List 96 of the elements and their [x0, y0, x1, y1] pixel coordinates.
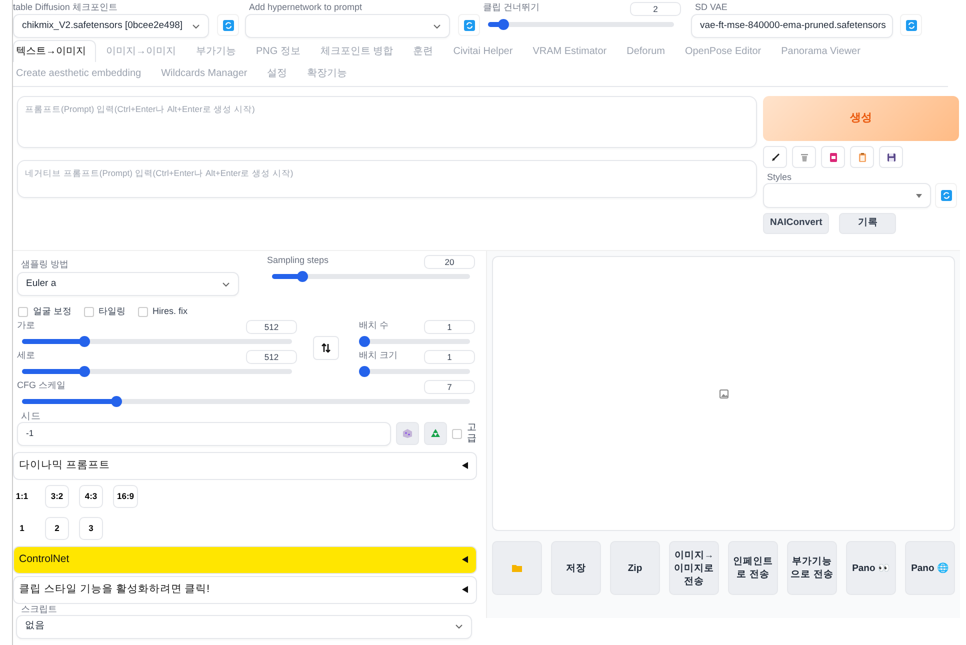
- select-field[interactable]: 없음: [16, 614, 472, 638]
- checkbox-label: 타일링: [98, 305, 126, 318]
- checkbox-label: Hires. fix: [152, 305, 188, 318]
- field-label: SD VAE: [694, 2, 728, 13]
- clipboard-button[interactable]: [850, 146, 874, 168]
- refresh-button[interactable]: [900, 14, 922, 36]
- button[interactable]: NAIConvert: [763, 213, 830, 234]
- clipboard-icon: [856, 152, 868, 162]
- chevron-down-icon: [433, 24, 441, 28]
- chevron-down-icon: [455, 624, 463, 629]
- field-label: Sampling steps: [267, 255, 329, 266]
- checkbox[interactable]: [138, 306, 148, 317]
- accordion[interactable]: 클립 스타일 기능을 활성화하려면 클릭!: [13, 576, 477, 604]
- refresh-icon: [940, 190, 952, 201]
- number-field[interactable]: 1: [424, 350, 475, 364]
- recycle-icon: [430, 428, 441, 439]
- floppy-icon: [886, 152, 896, 162]
- swap-icon: [321, 343, 331, 353]
- aspect-ratio-button[interactable]: 3:2: [45, 484, 69, 508]
- checkbox[interactable]: [84, 306, 94, 317]
- accordion-title: 다이나믹 프롬프트: [19, 458, 110, 473]
- field-label: 시드: [21, 410, 42, 422]
- button[interactable]: 인페인트로 전송: [728, 541, 778, 595]
- slider-thumb[interactable]: [359, 336, 370, 346]
- button[interactable]: Pano 👀: [846, 541, 896, 595]
- slider-thumb[interactable]: [498, 19, 509, 30]
- field-label: table Diffusion 체크포인트: [13, 2, 118, 13]
- button[interactable]: Pano 🌐: [905, 541, 955, 595]
- checkbox[interactable]: [18, 306, 28, 317]
- button[interactable]: 저장: [551, 541, 601, 595]
- dice-icon: [402, 428, 413, 439]
- refresh-icon: [222, 20, 234, 30]
- select-field[interactable]: Euler a: [17, 272, 239, 296]
- field-label: 세로: [17, 350, 35, 360]
- seed-field[interactable]: -1: [17, 422, 391, 446]
- caret-left-icon: [462, 462, 468, 469]
- number-field[interactable]: 2: [630, 2, 681, 16]
- field-label: 배치 수: [359, 320, 389, 330]
- button[interactable]: Zip: [610, 541, 660, 595]
- number-field[interactable]: 20: [424, 255, 475, 269]
- refresh-button[interactable]: [217, 14, 239, 36]
- count-button[interactable]: 3: [79, 516, 103, 540]
- tab[interactable]: 텍스트→이미지: [13, 40, 96, 62]
- number-field[interactable]: 512: [246, 350, 297, 364]
- checkbox-label: 고급: [467, 423, 476, 444]
- field-label: 스크립트: [21, 604, 58, 614]
- caret-left-icon: [462, 556, 468, 563]
- accordion-title: 클립 스타일 기능을 활성화하려면 클릭!: [19, 582, 210, 597]
- select-field[interactable]: chikmix_V2.safetensors [0bcee2e498]: [13, 14, 209, 38]
- select-field[interactable]: [245, 14, 450, 38]
- checkbox[interactable]: [452, 428, 462, 438]
- caret-down-icon: [916, 194, 922, 198]
- number-field[interactable]: 1: [424, 320, 475, 334]
- slider-thumb[interactable]: [296, 271, 308, 282]
- slider-thumb[interactable]: [359, 366, 370, 376]
- field-label: 클립 건너뛰기: [483, 2, 540, 13]
- arrow-button[interactable]: [763, 146, 787, 168]
- field-label: 가로: [17, 320, 35, 330]
- button[interactable]: 부가기능으로 전송: [787, 541, 837, 595]
- image-icon: [718, 388, 728, 398]
- field-label: 배치 크기: [359, 350, 398, 360]
- swap-button[interactable]: [313, 336, 339, 360]
- chevron-down-icon: [192, 24, 200, 28]
- book-button[interactable]: [821, 146, 845, 168]
- button[interactable]: 이미지→이미지로 전송: [669, 541, 719, 595]
- accordion[interactable]: 다이나믹 프롬프트: [13, 452, 477, 480]
- select-field[interactable]: [763, 183, 931, 208]
- number-field[interactable]: 512: [246, 320, 297, 334]
- select-field[interactable]: vae-ft-mse-840000-ema-pruned.safetensors: [691, 14, 893, 38]
- floppy-button[interactable]: [879, 146, 903, 168]
- folder-icon: [512, 564, 522, 572]
- slider-thumb[interactable]: [79, 366, 90, 376]
- accordion-title: ControlNet: [19, 552, 70, 567]
- chevron-down-icon: [222, 282, 230, 286]
- field-label: 샘플링 방법: [20, 259, 70, 270]
- book-icon: [828, 152, 838, 162]
- count-button[interactable]: 2: [45, 516, 69, 540]
- recycle-button[interactable]: [424, 422, 447, 445]
- trash-icon: [798, 152, 810, 162]
- accordion[interactable]: ControlNet: [13, 546, 477, 574]
- slider-thumb[interactable]: [79, 336, 90, 346]
- field-label: Styles: [766, 172, 793, 183]
- refresh-button[interactable]: [935, 183, 957, 208]
- number-field[interactable]: 7: [424, 380, 475, 394]
- refresh-button[interactable]: [458, 14, 480, 36]
- aspect-ratio-button[interactable]: 4:3: [79, 484, 103, 508]
- arrow-icon: [770, 152, 780, 162]
- button[interactable]: 기록: [839, 213, 896, 234]
- field-label: CFG 스케일: [17, 380, 66, 390]
- slider-thumb[interactable]: [111, 396, 122, 406]
- aspect-ratio-button[interactable]: 16:9: [113, 484, 138, 508]
- refresh-icon: [906, 20, 916, 30]
- caret-left-icon: [462, 586, 468, 593]
- field-label: Add hypernetwork to prompt: [248, 2, 364, 13]
- checkbox-label: 얼굴 보정: [33, 305, 72, 318]
- refresh-icon: [464, 20, 474, 30]
